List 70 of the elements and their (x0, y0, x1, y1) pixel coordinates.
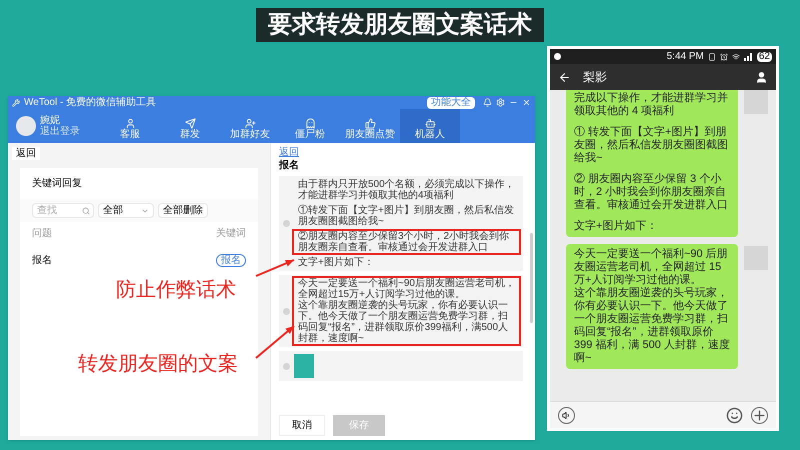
photo-placeholder (294, 354, 314, 378)
alarm-icon (720, 52, 728, 60)
message-text: 这个靠朋友圈逆袭的头号玩家，你有必要认识一下。他今天做了一个朋友圈运营免费学习群，扫码回复“报名”，进群领取原价399福利，满500人封群，速度啊~ (298, 300, 510, 344)
emoji-icon[interactable] (726, 406, 743, 424)
message-text: ①转发下面【文字+图片】到朋友圈，然后私信发朋友圈图截图给我~ (298, 205, 515, 227)
wifi-icon (732, 52, 740, 60)
phone-icon (708, 52, 716, 60)
message-text: 今天一定要送一个福利~90 后朋友圈运营老司机，全网超过 15 万+人订阅学习过他的课。 (574, 248, 729, 286)
add-user-icon (244, 118, 256, 129)
nav-tab[interactable]: 机器人 (400, 109, 460, 143)
message-text: 这个靠朋友圈逆袭的头号玩家，你有必要认识一下。他今天做了一个朋友圈运营免费学习群，扫码回复“报名”，进群领取原价 399 福利，满 500 人封群，速度啊~ (574, 287, 730, 365)
message-text: 文字+图片如下： (298, 257, 375, 268)
card-title: 关键词回复 (31, 176, 83, 191)
logout-link[interactable]: 退出登录 (40, 126, 80, 137)
user-icon (124, 118, 136, 129)
window-title: WeTool - 免费的微信辅助工具 (24, 98, 156, 108)
plus-icon[interactable] (751, 406, 768, 424)
slide-title: 要求转发朋友圈文案话术 (256, 8, 544, 42)
robot-icon (424, 118, 436, 129)
back-link[interactable]: 返回 (271, 143, 307, 159)
nav-tab[interactable]: 僵尸粉 (280, 109, 340, 143)
signal-icon (744, 52, 753, 60)
back-button[interactable]: 返回 (12, 147, 40, 160)
message-text: ① 转发下面【文字+图片】到朋友圈，然后私信发朋友圈图截图给我~ (574, 126, 729, 165)
nav-tab[interactable]: 加群好友 (220, 109, 280, 143)
keyword-tag: 报名 (216, 254, 246, 267)
message-handle[interactable] (283, 308, 290, 314)
message-text: 由于群内只开放500个名额，必须完成以下操作，才能进群学习并领取其他的4项福利 (298, 179, 515, 201)
nav-tab[interactable]: 群发 (160, 109, 220, 143)
feature-button[interactable]: 功能大全 (427, 96, 475, 108)
thumbs-up-icon (364, 118, 376, 129)
user-name: 婉妮 (40, 115, 60, 126)
reply-title: 报名 (278, 159, 300, 172)
arrow (256, 259, 294, 277)
search-icon (82, 207, 90, 215)
profile-icon[interactable] (755, 70, 768, 84)
message-text: ② 朋友圈内容至少保留 3 个小时，2 小时我会到你朋友圈亲自查看。审核通过会开发进群入口 (574, 173, 729, 212)
wrench-icon (12, 98, 20, 106)
voice-button[interactable] (558, 406, 575, 424)
avatar (744, 90, 768, 114)
annotation-text: 转发朋友圈的文案 (78, 352, 238, 376)
column-header: 问题 (32, 227, 52, 241)
filter-select[interactable]: 全部 (98, 203, 154, 218)
message-handle[interactable] (283, 220, 290, 227)
arrow (255, 325, 295, 359)
battery-level: 62 (756, 52, 772, 62)
search-field[interactable]: 查找 (32, 203, 94, 218)
delete-all-button[interactable]: 全部删除 (158, 203, 208, 218)
cancel-button[interactable]: 取消 (279, 415, 325, 436)
table-cell-text: 报名 (32, 254, 52, 268)
status-time: 5:44 PM (666, 52, 704, 62)
nav-tab[interactable]: 朋友圈点赞 (340, 109, 400, 143)
annotation-text: 防止作弊话术 (116, 278, 236, 302)
contact-name: 梨影 (583, 69, 608, 86)
ghost-icon (304, 118, 316, 129)
message-handle[interactable] (283, 362, 290, 370)
nav-tab[interactable]: 客服 (100, 109, 160, 143)
message-text: 文字+图片如下： (574, 220, 658, 233)
back-icon[interactable] (558, 70, 571, 84)
send-icon (184, 118, 196, 129)
settings-icon[interactable] (496, 98, 505, 107)
avatar (16, 116, 36, 136)
bell-icon[interactable] (483, 98, 492, 107)
message-text: 今天一定要送一个福利~90后朋友圈运营老司机，全网超过15万+人订阅学习过他的课。 (298, 278, 515, 300)
close-icon[interactable] (522, 98, 531, 107)
message-text: ②朋友圈内容至少保留3个小时，2小时我会到你朋友圈亲自查看。审核通过会开发进群入口 (298, 231, 510, 253)
alert-icon (554, 53, 561, 60)
sound-icon (562, 410, 571, 420)
message-text: 完成以下操作，才能进群学习并领取其他的 4 项福利 (574, 92, 729, 118)
column-header: 关键词 (216, 226, 246, 241)
